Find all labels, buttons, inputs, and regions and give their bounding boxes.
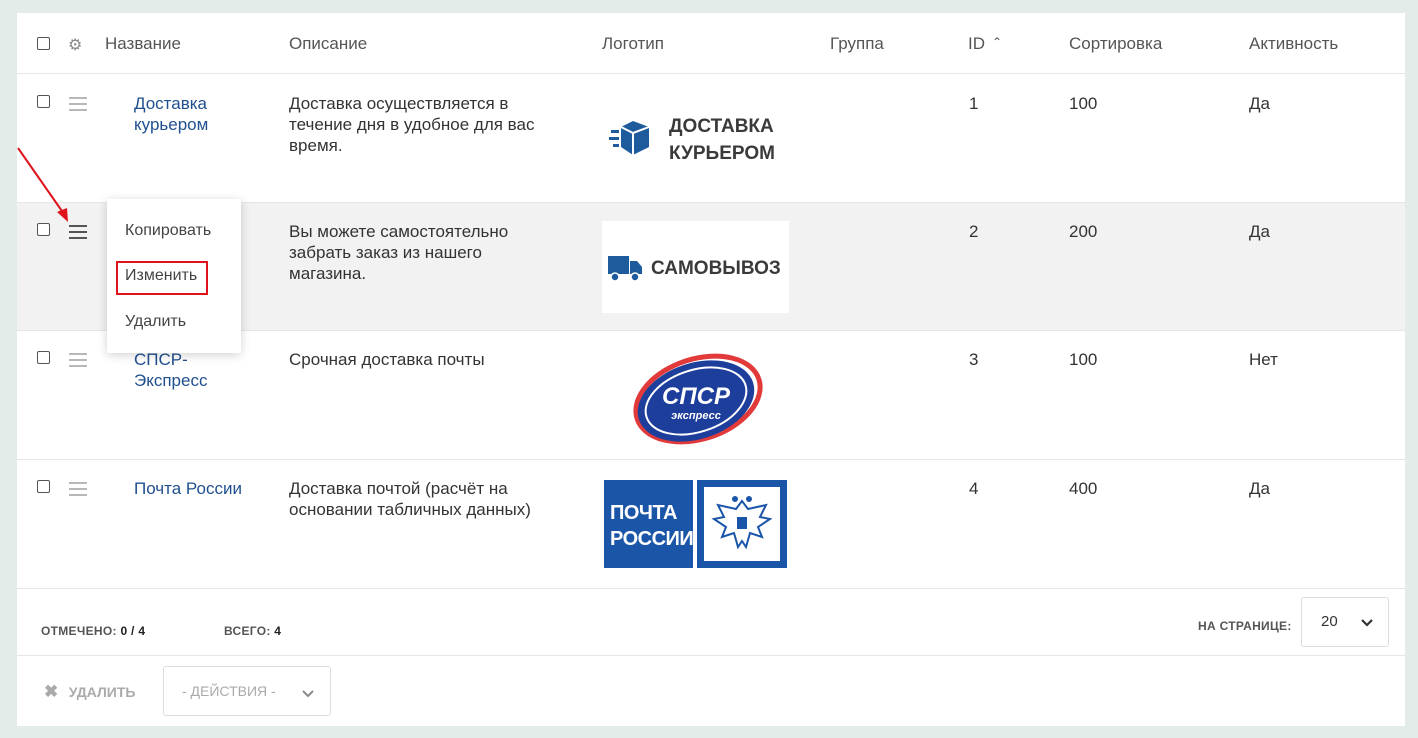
row-sort: 200 bbox=[1069, 222, 1098, 241]
drag-handle-icon[interactable] bbox=[69, 482, 87, 500]
row-sort: 400 bbox=[1069, 479, 1098, 498]
row-name-link[interactable]: Почта России bbox=[134, 478, 242, 499]
close-icon: ✖ bbox=[44, 682, 59, 701]
menu-item-edit[interactable]: Изменить bbox=[125, 267, 197, 285]
row-id: 2 bbox=[969, 222, 979, 241]
select-all-checkbox[interactable] bbox=[37, 37, 50, 50]
column-id[interactable]: ID bbox=[968, 34, 985, 54]
delivery-list-panel: ⚙ Название Описание Логотип Группа ID ⌃ … bbox=[17, 13, 1405, 726]
row-description: Срочная доставка почты bbox=[289, 350, 485, 369]
logo-text-line: САМОВЫВОЗ bbox=[651, 258, 781, 279]
eagle-emblem-icon bbox=[711, 496, 773, 550]
chevron-down-icon bbox=[1361, 619, 1373, 627]
sort-asc-icon[interactable]: ⌃ bbox=[992, 35, 1002, 49]
column-description[interactable]: Описание bbox=[289, 34, 367, 54]
row-description: Доставка осуществляется в течение дня в у… bbox=[289, 94, 535, 155]
row-checkbox[interactable] bbox=[37, 480, 50, 493]
annotation-arrow bbox=[17, 147, 68, 222]
logo-text-line: СПСР bbox=[662, 383, 731, 410]
checked-counter: ОТМЕЧЕНО: 0 / 4 bbox=[41, 624, 146, 638]
column-active[interactable]: Активность bbox=[1249, 34, 1338, 54]
row-active: Да bbox=[1249, 94, 1270, 113]
row-sort: 100 bbox=[1069, 350, 1098, 369]
table-row[interactable]: Почта России Доставка почтой (расчёт на о… bbox=[17, 460, 1405, 589]
row-description: Доставка почтой (расчёт на основании табл… bbox=[289, 479, 531, 519]
logo-text-line: КУРЬЕРОМ bbox=[669, 143, 775, 164]
truck-icon bbox=[608, 256, 642, 282]
spsr-logo: СПСР экспресс bbox=[633, 353, 763, 445]
row-checkbox[interactable] bbox=[37, 351, 50, 364]
per-page-label: НА СТРАНИЦЕ: bbox=[1198, 619, 1292, 633]
row-active: Да bbox=[1249, 479, 1270, 498]
total-counter: ВСЕГО: 4 bbox=[224, 624, 282, 638]
column-sort[interactable]: Сортировка bbox=[1069, 34, 1162, 54]
actions-select-placeholder: - ДЕЙСТВИЯ - bbox=[182, 683, 276, 699]
logo-text-line: РОССИИ bbox=[610, 528, 694, 550]
table-footer: ОТМЕЧЕНО: 0 / 4 ВСЕГО: 4 НА СТРАНИЦЕ: 20 bbox=[17, 589, 1405, 656]
pickup-logo: САМОВЫВОЗ bbox=[602, 221, 789, 313]
logo-text-line: ДОСТАВКА bbox=[669, 116, 774, 137]
row-active: Да bbox=[1249, 222, 1270, 241]
table-row[interactable]: Доставка курьером Доставка осуществляется… bbox=[17, 74, 1405, 203]
logo-text-line: ПОЧТА bbox=[610, 502, 677, 524]
column-logo: Логотип bbox=[602, 34, 665, 53]
row-checkbox[interactable] bbox=[37, 95, 50, 108]
menu-item-copy[interactable]: Копировать bbox=[125, 222, 211, 240]
chevron-down-icon bbox=[302, 690, 314, 698]
row-context-menu: Копировать Изменить Удалить bbox=[107, 199, 241, 353]
pochta-logo: ПОЧТА РОССИИ bbox=[604, 480, 787, 568]
delete-button[interactable]: ✖ УДАЛИТЬ bbox=[44, 682, 135, 702]
drag-handle-icon[interactable] bbox=[69, 353, 87, 371]
logo-text-line: экспресс bbox=[671, 410, 721, 422]
table-header: ⚙ Название Описание Логотип Группа ID ⌃ … bbox=[17, 13, 1405, 74]
row-sort: 100 bbox=[1069, 94, 1098, 113]
row-id: 1 bbox=[969, 94, 979, 113]
column-group[interactable]: Группа bbox=[830, 34, 884, 54]
courier-logo: ДОСТАВКА КУРЬЕРОМ bbox=[607, 109, 797, 169]
column-name[interactable]: Название bbox=[105, 34, 181, 54]
gear-icon[interactable]: ⚙ bbox=[68, 35, 82, 55]
menu-item-delete[interactable]: Удалить bbox=[125, 313, 186, 331]
drag-handle-icon[interactable] bbox=[69, 97, 87, 115]
per-page-select[interactable]: 20 bbox=[1301, 597, 1389, 647]
row-id: 4 bbox=[969, 479, 979, 498]
delete-button-label: УДАЛИТЬ bbox=[68, 684, 136, 700]
row-name-link[interactable]: СПСР- Экспресс bbox=[134, 349, 207, 391]
box-icon bbox=[609, 121, 650, 155]
actions-select[interactable]: - ДЕЙСТВИЯ - bbox=[163, 666, 331, 716]
per-page-value: 20 bbox=[1321, 613, 1338, 630]
action-bar: ✖ УДАЛИТЬ - ДЕЙСТВИЯ - bbox=[17, 656, 1405, 726]
row-description: Вы можете самостоятельно забрать заказ из… bbox=[289, 222, 509, 283]
row-name-link[interactable]: Доставка курьером bbox=[134, 93, 208, 135]
row-active: Нет bbox=[1249, 350, 1278, 369]
row-id: 3 bbox=[969, 350, 979, 369]
